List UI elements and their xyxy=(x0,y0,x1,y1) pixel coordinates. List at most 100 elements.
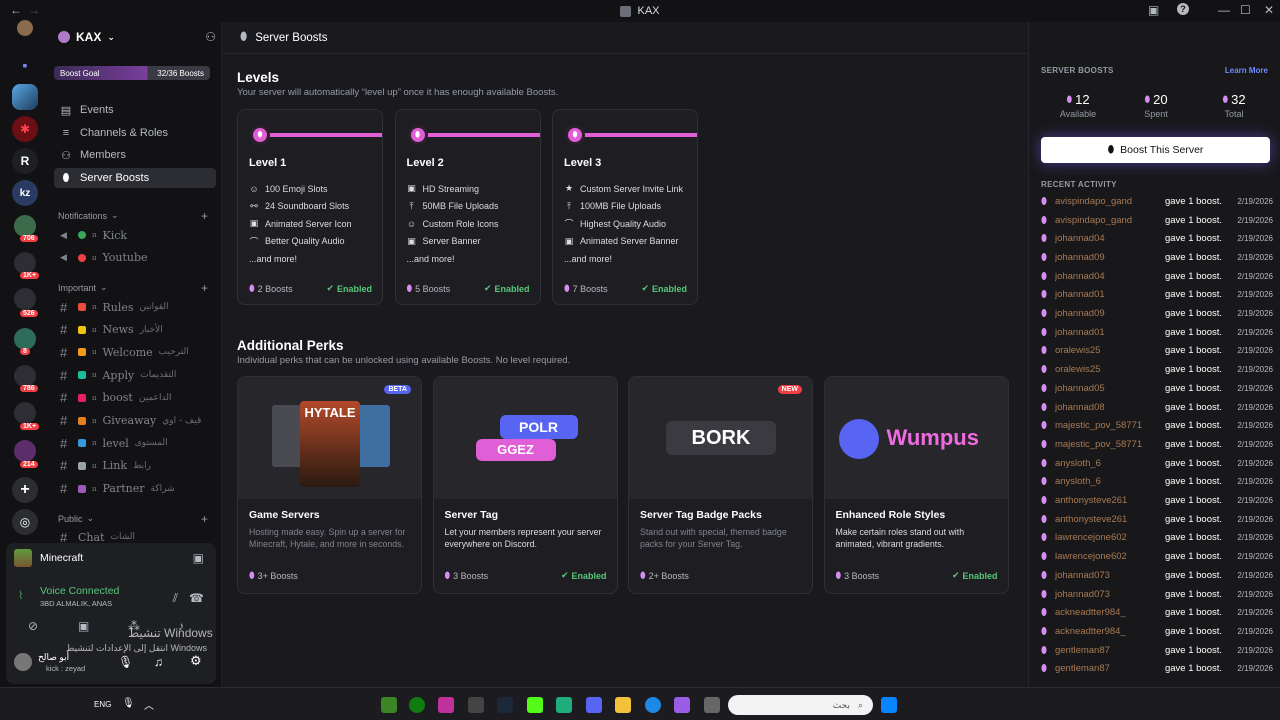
dm-icon[interactable]: ▪ xyxy=(12,52,38,78)
avatar[interactable] xyxy=(14,653,32,671)
disconnect-icon[interactable]: ☎ xyxy=(189,591,204,605)
perk-label: Highest Quality Audio xyxy=(580,218,667,229)
guild-folder[interactable] xyxy=(14,252,36,274)
channel-item[interactable]: # ıı Apply التقديمات xyxy=(60,366,210,384)
boost-this-server-button[interactable]: ⬮ Boost This Server xyxy=(1041,137,1270,163)
add-server-icon[interactable]: + xyxy=(12,477,38,503)
camera-off-icon[interactable]: ⊘ xyxy=(28,619,38,633)
guild-avatar[interactable] xyxy=(17,20,33,36)
user-name[interactable]: أبو صالح xyxy=(38,652,69,663)
add-channel-icon[interactable]: + xyxy=(201,209,208,223)
noise-suppression-icon[interactable]: ⫽ xyxy=(173,591,178,606)
level-footer: ⬮ 2 Boosts ✔ Enabled xyxy=(249,283,372,294)
channel-item[interactable]: # ıı level المستوى xyxy=(60,434,210,452)
guild-folder[interactable] xyxy=(14,288,36,310)
activity-date: 2/19/2026 xyxy=(1237,271,1273,281)
discord-icon[interactable] xyxy=(586,697,602,713)
guild-icon[interactable]: ✱ xyxy=(12,116,38,142)
guild-icon[interactable]: R xyxy=(12,148,38,174)
channel-item[interactable]: # ıı Rules القوانين xyxy=(60,298,210,316)
activity-list[interactable]: ⬮ avispindapo_gand gave 1 boost. 2/19/2026 ⬮… xyxy=(1029,192,1280,687)
level-title: Level 2 xyxy=(406,157,444,169)
start-icon[interactable] xyxy=(881,697,897,713)
channel-item[interactable]: # ıı Link رابط xyxy=(60,457,210,475)
forward-arrow-icon[interactable]: → xyxy=(28,3,40,17)
guild-folder[interactable] xyxy=(14,440,36,462)
learn-more-link[interactable]: Learn More xyxy=(1225,66,1268,75)
headphones-icon[interactable]: ♫ xyxy=(154,655,163,669)
nav-item-events[interactable]: ▤ Events xyxy=(54,100,216,120)
app-icon[interactable] xyxy=(468,697,484,713)
nav-item-members[interactable]: ⚇ Members xyxy=(54,145,216,165)
add-channel-icon[interactable]: + xyxy=(201,512,208,526)
channel-item[interactable]: ◀ ıı Kick xyxy=(60,226,210,244)
category-important[interactable]: Important ⌄ + xyxy=(58,281,208,295)
screen-share-icon[interactable]: ▣ xyxy=(193,551,204,565)
boost-goal-bar[interactable]: Boost Goal 32/36 Boosts xyxy=(54,66,210,80)
guild-icon[interactable] xyxy=(12,84,38,110)
channel-name-arabic: الشات xyxy=(110,532,135,542)
perk-card-game-servers[interactable]: HYTALE BETA Game Servers Hosting made easy.… xyxy=(237,376,422,594)
user-status: kick : zeyad xyxy=(46,664,86,673)
steam-icon[interactable] xyxy=(497,697,513,713)
file-explorer-icon[interactable] xyxy=(615,697,631,713)
app-icon[interactable] xyxy=(438,697,454,713)
server-header[interactable]: KAX ⌄ ⚇ xyxy=(58,30,218,44)
chevron-up-icon[interactable]: ︿ xyxy=(144,697,154,712)
maximize-icon[interactable]: ☐ xyxy=(1240,3,1251,17)
kick-icon[interactable] xyxy=(527,697,543,713)
signal-icon[interactable]: ⌇ xyxy=(18,589,23,602)
boost-stat-spent: ⬮ 20 Spent xyxy=(1121,92,1191,119)
activity-user: anthonysteve261 xyxy=(1054,495,1128,507)
share-screen-icon[interactable]: ▣ xyxy=(78,619,89,633)
boost-gem-icon: ⬮ xyxy=(564,283,570,293)
guild-folder[interactable] xyxy=(14,365,36,387)
channel-name-arabic: التقديمات xyxy=(140,370,177,381)
channel-item[interactable]: # ıı Partner شراكة xyxy=(60,480,210,498)
mic-tray-icon[interactable]: 🎙︎ xyxy=(122,698,135,709)
close-icon[interactable]: ✕ xyxy=(1264,3,1274,17)
help-icon[interactable]: ? xyxy=(1177,3,1189,15)
nav-item-channels-roles[interactable]: ≡ Channels & Roles xyxy=(54,123,216,143)
category-notifications[interactable]: Notifications ⌄ + xyxy=(58,209,208,223)
invite-icon[interactable]: ⚇ xyxy=(205,30,216,44)
level-perk: ▣ HD Streaming xyxy=(407,180,499,198)
guild-icon[interactable]: kz xyxy=(12,180,38,206)
xbox-icon[interactable] xyxy=(409,697,425,713)
perk-card-server-tag[interactable]: GGEZ POLR Server Tag Let your members repre… xyxy=(432,376,618,594)
app-icon[interactable] xyxy=(556,697,572,713)
channel-item[interactable]: # ıı Giveaway قيف - اوي xyxy=(60,412,210,430)
settings-gear-icon[interactable]: ⚙ xyxy=(190,653,202,669)
search-box[interactable]: بحث ⌕ xyxy=(728,695,873,715)
mic-icon[interactable]: 🎙︎ xyxy=(118,655,133,669)
guild-folder[interactable] xyxy=(14,215,36,237)
minecraft-taskbar-icon[interactable] xyxy=(381,697,397,713)
add-channel-icon[interactable]: + xyxy=(201,281,208,295)
inbox-icon[interactable]: ▣ xyxy=(1148,3,1159,17)
guild-folder[interactable] xyxy=(14,402,36,424)
app-icon[interactable] xyxy=(704,697,720,713)
boost-sidebar: SERVER BOOSTS Learn More ⬮ 12 Available ⬮ 20… xyxy=(1028,22,1280,687)
back-arrow-icon[interactable]: ← xyxy=(10,3,22,17)
channel-item[interactable]: ◀ ıı Youtube xyxy=(60,249,210,267)
channel-item[interactable]: # ıı News الأخبار xyxy=(60,321,210,339)
discover-icon[interactable]: ◎ xyxy=(12,509,38,535)
boost-count: ⬮ 3+ Boosts xyxy=(249,570,298,581)
activity-text: gave 1 boost. xyxy=(1164,251,1223,263)
boost-count-label: 2+ Boosts xyxy=(648,570,689,581)
category-public[interactable]: Public ⌄ + xyxy=(58,512,208,526)
guild-folder[interactable] xyxy=(14,328,36,350)
copilot-icon[interactable] xyxy=(674,697,690,713)
enabled-status: ✔ Enabled xyxy=(326,283,372,294)
language-indicator[interactable]: ENG xyxy=(94,700,111,709)
perk-icon: ⌒ xyxy=(564,219,574,230)
perk-card-server-tag-badge-packs[interactable]: BORK NEW Server Tag Badge Packs Stand out w… xyxy=(628,376,813,594)
perk-card-enhanced-role-styles[interactable]: Wumpus Enhanced Role Styles Make certain r… xyxy=(823,376,1009,594)
channel-item[interactable]: # ıı boost الداعمين xyxy=(60,389,210,407)
edge-icon[interactable] xyxy=(645,697,661,713)
channel-item[interactable]: # ıı Welcome الترحيب xyxy=(60,343,210,361)
levels-subtitle: Your server will automatically “level up… xyxy=(237,87,559,98)
channel-name: Rules xyxy=(102,300,134,314)
nav-item-server-boosts[interactable]: ⬮ Server Boosts xyxy=(54,168,216,189)
minimize-icon[interactable]: — xyxy=(1218,3,1230,17)
